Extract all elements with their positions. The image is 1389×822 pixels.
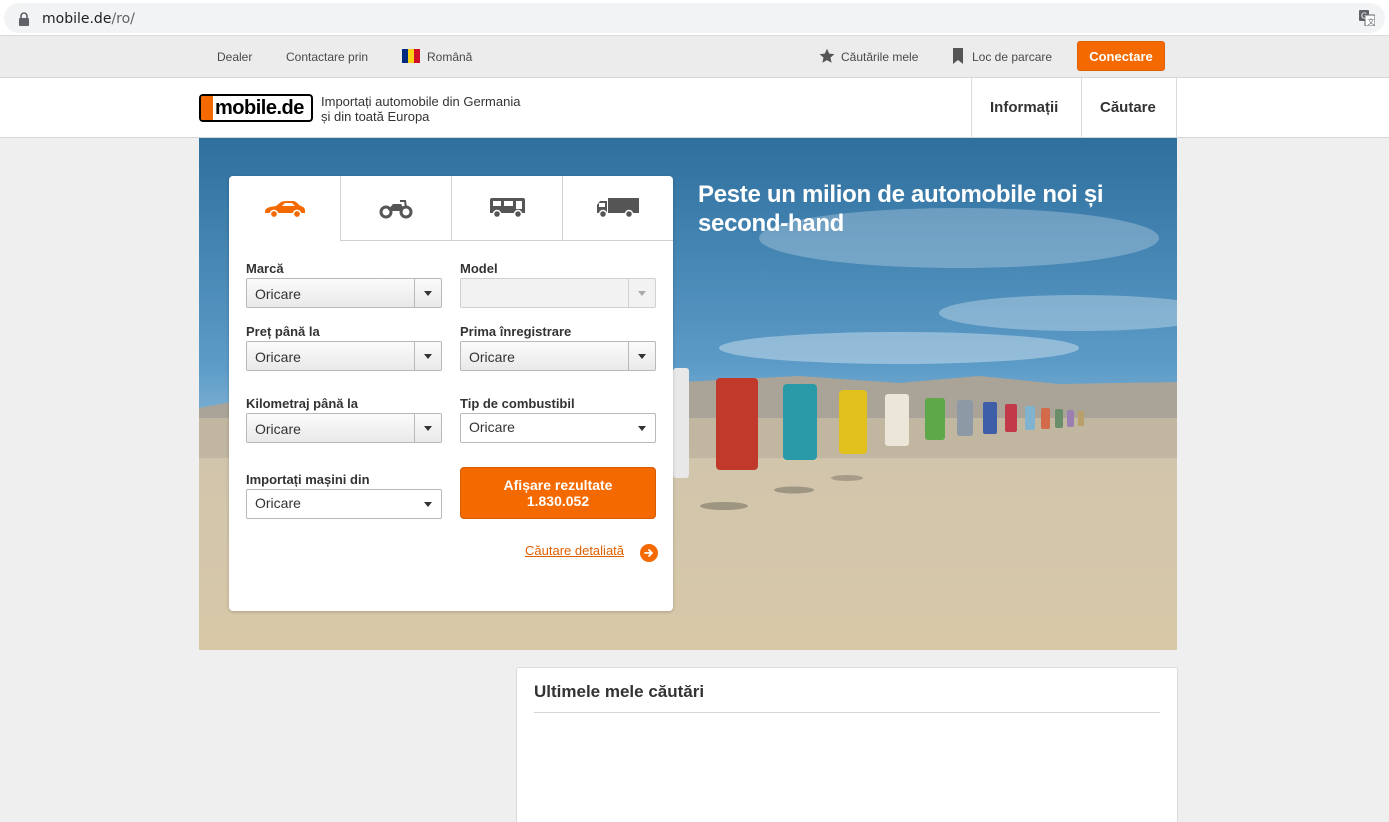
site-header: mobile.de Importați automobile din Germa…: [0, 78, 1389, 138]
motorhome-icon: [490, 198, 525, 219]
mileage-select[interactable]: Oricare: [246, 413, 442, 443]
price-value: Oricare: [255, 349, 301, 365]
tagline: Importați automobile din Germania și din…: [321, 94, 521, 124]
make-label: Marcă: [246, 261, 284, 276]
door-grey: [957, 400, 973, 436]
url-field[interactable]: mobile.de/ro/ G 文: [4, 3, 1385, 33]
chevron-down-icon: [638, 426, 646, 431]
import-from-value: Oricare: [255, 495, 301, 511]
mileage-dropdown-button[interactable]: [414, 414, 441, 442]
make-dropdown-button[interactable]: [414, 279, 441, 307]
chevron-down-icon: [638, 354, 646, 359]
registration-dropdown-button[interactable]: [628, 342, 655, 370]
login-button[interactable]: Conectare: [1077, 41, 1165, 71]
logo-text: mobile.de: [215, 97, 304, 119]
saved-searches-link[interactable]: Căutările mele: [841, 50, 918, 64]
show-results-button[interactable]: Afișare rezultate 1.830.052: [460, 467, 656, 519]
nav-divider: [1176, 78, 1177, 138]
contact-link[interactable]: Contactare prin: [286, 50, 368, 64]
door-green: [925, 398, 945, 440]
nav-divider: [971, 78, 972, 138]
door-blue: [983, 402, 997, 434]
chevron-down-icon: [424, 502, 432, 507]
fuel-value: Oricare: [469, 419, 515, 435]
hero-headline: Peste un milion de automobile noi și sec…: [698, 181, 1104, 237]
tab-motorhome[interactable]: [451, 176, 562, 241]
door-crimson: [1005, 404, 1017, 432]
recent-searches-panel: Ultimele mele căutări: [516, 667, 1178, 822]
make-value: Oricare: [255, 286, 301, 302]
nav-item-information[interactable]: Informații: [990, 99, 1058, 116]
door-white: [885, 394, 909, 446]
show-results-label: Afișare rezultate: [503, 477, 613, 493]
browser-address-bar: mobile.de/ro/ G 文: [0, 0, 1389, 36]
registration-select[interactable]: Oricare: [460, 341, 656, 371]
model-dropdown-button[interactable]: [628, 279, 655, 307]
vehicle-search-form: Marcă Oricare Model Preț până la Oricare…: [229, 176, 673, 611]
parking-link[interactable]: Loc de parcare: [972, 50, 1052, 64]
import-from-label: Importați mașini din: [246, 472, 370, 487]
dealer-link[interactable]: Dealer: [217, 50, 252, 64]
import-from-dropdown-button[interactable]: [414, 490, 441, 518]
language-selector[interactable]: Română: [427, 50, 472, 64]
fuel-dropdown-button[interactable]: [628, 414, 655, 442]
chevron-down-icon: [424, 426, 432, 431]
translate-icon[interactable]: G 文: [1359, 10, 1375, 26]
tab-car[interactable]: [229, 176, 340, 241]
romania-flag-icon[interactable]: [402, 49, 420, 63]
lock-icon[interactable]: [18, 12, 30, 26]
nav-divider: [1081, 78, 1082, 138]
mobile-de-logo[interactable]: mobile.de: [199, 94, 313, 122]
price-label: Preț până la: [246, 324, 320, 339]
door-olive: [1055, 409, 1063, 428]
door-lightblue: [1025, 406, 1035, 430]
recent-searches-title: Ultimele mele căutări: [534, 682, 705, 701]
model-label: Model: [460, 261, 498, 276]
chevron-down-icon: [424, 291, 432, 296]
motorbike-icon: [379, 200, 413, 219]
price-dropdown-button[interactable]: [414, 342, 441, 370]
nav-item-search[interactable]: Căutare: [1100, 99, 1156, 116]
utility-bar: Dealer Contactare prin Română Căutările …: [0, 36, 1389, 78]
price-select[interactable]: Oricare: [246, 341, 442, 371]
svg-text:文: 文: [1368, 17, 1375, 26]
arrow-right-icon[interactable]: [640, 544, 658, 562]
fuel-label: Tip de combustibil: [460, 396, 575, 411]
star-icon[interactable]: [819, 48, 835, 64]
make-select[interactable]: Oricare: [246, 278, 442, 308]
fuel-select[interactable]: Oricare: [460, 413, 656, 443]
door-yellow: [839, 390, 867, 454]
door-orange: [1041, 408, 1050, 429]
door-red: [716, 378, 758, 470]
chevron-down-icon: [638, 291, 646, 296]
door-partial: [673, 368, 689, 478]
mileage-label: Kilometraj până la: [246, 396, 358, 411]
door-teal: [783, 384, 817, 460]
car-icon: [264, 200, 305, 218]
tab-truck[interactable]: [562, 176, 673, 241]
chevron-down-icon: [424, 354, 432, 359]
registration-value: Oricare: [469, 349, 515, 365]
truck-icon: [597, 198, 639, 219]
bookmark-icon[interactable]: [952, 48, 964, 65]
tab-motorbike[interactable]: [340, 176, 451, 241]
arrow-right-glyph: [644, 549, 653, 557]
detailed-search-link[interactable]: Căutare detaliată: [525, 543, 624, 558]
url-text[interactable]: mobile.de/ro/: [42, 11, 135, 27]
url-host: mobile.de: [42, 11, 112, 27]
results-count: 1.830.052: [526, 493, 590, 509]
url-path: /ro/: [111, 11, 135, 27]
svg-text:G: G: [1361, 12, 1367, 21]
mileage-value: Oricare: [255, 421, 301, 437]
vehicle-type-tabs: [229, 176, 673, 241]
divider: [534, 712, 1160, 713]
door-tan: [1078, 411, 1084, 426]
logo-bar: [201, 96, 213, 120]
import-from-select[interactable]: Oricare: [246, 489, 442, 519]
door-purple: [1067, 410, 1074, 427]
model-select[interactable]: [460, 278, 656, 308]
registration-label: Prima înregistrare: [460, 324, 572, 339]
